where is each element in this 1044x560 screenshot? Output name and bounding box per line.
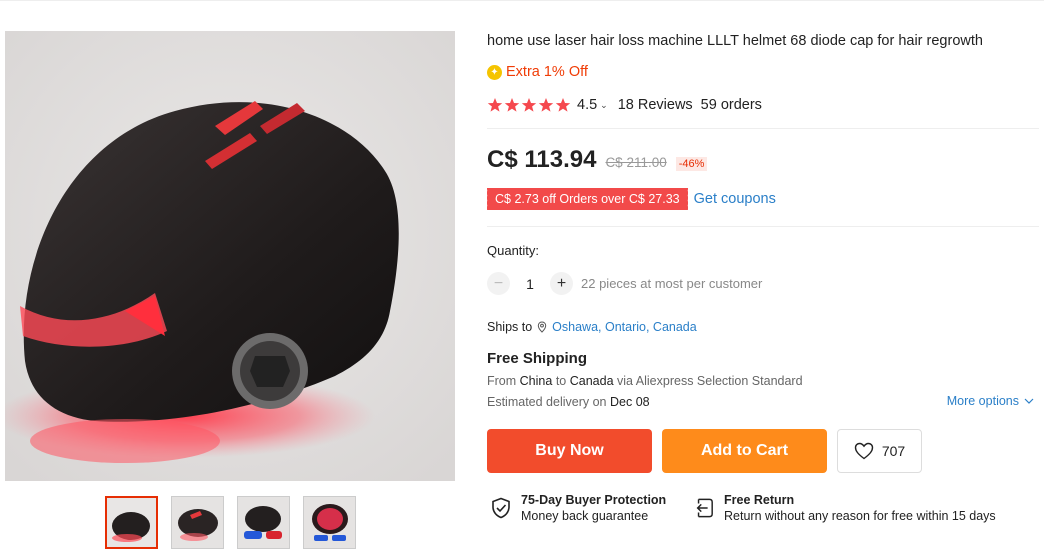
rating-score[interactable]: 4.5 [577, 97, 597, 113]
to-country: Canada [569, 374, 614, 388]
free-return[interactable]: Free Return Return without any reason fo… [694, 493, 996, 523]
guarantee-title: 75-Day Buyer Protection [521, 493, 667, 507]
from-label: From [487, 374, 517, 388]
chevron-down-icon[interactable]: ⌄ [600, 100, 608, 111]
wishlist-button[interactable]: 707 [837, 429, 922, 473]
top-divider [0, 0, 1044, 1]
wishlist-count: 707 [881, 443, 906, 459]
quantity-value[interactable]: 1 [518, 276, 542, 292]
estimated-date: Dec 08 [610, 395, 650, 409]
rating-stars [487, 97, 571, 113]
coupon-badge[interactable]: C$ 2.73 off Orders over C$ 27.33 [485, 188, 688, 210]
star-icon [555, 98, 571, 112]
divider [487, 128, 1039, 129]
thumbnail-1[interactable] [105, 496, 158, 549]
chevron-down-icon [1024, 398, 1034, 404]
quantity-stepper: − 1 + 22 pieces at most per customer [487, 272, 762, 295]
estimated-label: Estimated delivery on [487, 395, 607, 409]
ships-to-location[interactable]: Oshawa, Ontario, Canada [552, 320, 697, 334]
to-label: to [555, 374, 567, 388]
guarantee-title: Free Return [724, 493, 795, 507]
shield-check-icon [492, 497, 510, 519]
estimated-delivery: Estimated delivery on Dec 08 [487, 395, 650, 409]
star-icon [487, 98, 503, 112]
location-pin-icon [537, 321, 547, 333]
star-icon [504, 98, 520, 112]
buyer-protection[interactable]: 75-Day Buyer Protection Money back guara… [491, 493, 666, 523]
shipping-route: From China to Canada via Aliexpress Sele… [487, 374, 803, 388]
thumbnail-strip [105, 496, 356, 549]
quantity-plus-button[interactable]: + [550, 272, 573, 295]
quantity-label: Quantity: [487, 243, 540, 258]
divider [487, 226, 1039, 227]
guarantee-desc: Return without any reason for free withi… [724, 509, 996, 523]
reviews-count[interactable]: 18 Reviews [618, 97, 693, 113]
extra-offer[interactable]: ✦ Extra 1% Off [487, 64, 588, 80]
ships-to: Ships to Oshawa, Ontario, Canada [487, 320, 697, 334]
heart-icon [854, 442, 874, 460]
current-price: C$ 113.94 [487, 146, 597, 173]
guarantee-desc: Money back guarantee [521, 509, 649, 523]
get-coupons-link[interactable]: Get coupons [694, 191, 776, 207]
quantity-minus-button[interactable]: − [487, 272, 510, 295]
add-to-cart-button[interactable]: Add to Cart [662, 429, 827, 473]
free-shipping-title: Free Shipping [487, 350, 588, 367]
thumbnail-2[interactable] [171, 496, 224, 549]
product-title: home use laser hair loss machine LLLT he… [487, 33, 983, 49]
star-icon [538, 98, 554, 112]
return-icon [696, 498, 713, 518]
from-country: China [519, 374, 553, 388]
buy-now-button[interactable]: Buy Now [487, 429, 652, 473]
star-icon [521, 98, 537, 112]
coin-icon: ✦ [487, 64, 502, 80]
extra-offer-label: Extra 1% Off [506, 64, 588, 80]
orders-count: 59 orders [700, 97, 762, 113]
price-row: C$ 113.94 C$ 211.00 -46% [487, 146, 708, 174]
ships-to-label: Ships to [487, 320, 533, 334]
original-price: C$ 211.00 [605, 155, 667, 170]
rating-row: 4.5 ⌄ 18 Reviews 59 orders [487, 97, 762, 113]
coupon-row: C$ 2.73 off Orders over C$ 27.33 Get cou… [485, 188, 776, 210]
product-main-image[interactable] [5, 31, 455, 481]
thumbnail-4[interactable] [303, 496, 356, 549]
thumbnail-3[interactable] [237, 496, 290, 549]
discount-badge: -46% [675, 157, 708, 171]
more-options-label: More options [946, 394, 1019, 408]
quantity-limit-note: 22 pieces at most per customer [581, 276, 763, 291]
shipping-method: via Aliexpress Selection Standard [617, 374, 803, 388]
more-options-link[interactable]: More options [947, 394, 1034, 408]
